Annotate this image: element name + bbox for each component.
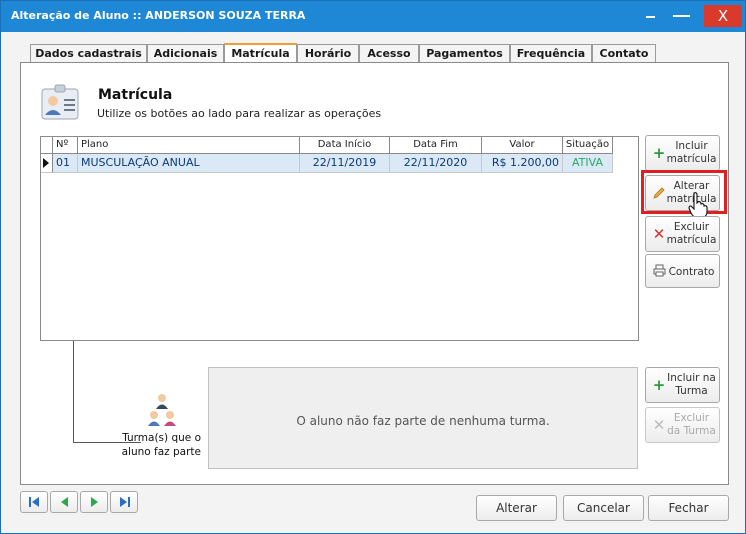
tab-dados-cadastrais[interactable]: Dados cadastrais: [30, 44, 147, 63]
cell-numero[interactable]: 01: [53, 154, 78, 173]
tab-frequencia[interactable]: Frequência: [510, 44, 592, 63]
maximize-icon[interactable]: [668, 5, 698, 27]
window-title: Alteração de Aluno :: ANDERSON SOUZA TER…: [11, 9, 306, 22]
incluir-matricula-button[interactable]: + Incluir matrícula: [645, 135, 720, 171]
close-button[interactable]: X: [704, 5, 742, 27]
current-row-arrow-icon: [43, 158, 49, 168]
turmas-label: Turma(s) que o aluno faz parte: [121, 432, 201, 458]
tree-line-vertical: [73, 341, 74, 442]
x-icon: ✕: [652, 416, 666, 434]
column-header-plano[interactable]: Plano: [78, 137, 300, 154]
cell-data-fim[interactable]: 22/11/2020: [390, 154, 482, 173]
cell-situacao[interactable]: ATIVA: [563, 154, 613, 173]
column-header-valor[interactable]: Valor: [482, 137, 563, 154]
printer-icon: [652, 264, 666, 278]
cell-data-inicio[interactable]: 22/11/2019: [300, 154, 390, 173]
hand-cursor-icon: [688, 192, 708, 219]
excluir-da-turma-button[interactable]: ✕ Excluir da Turma: [645, 407, 720, 443]
minimize-icon[interactable]: [637, 5, 667, 27]
window: Alteração de Aluno :: ANDERSON SOUZA TER…: [0, 0, 746, 534]
turmas-list[interactable]: O aluno não faz parte de nenhuma turma.: [208, 367, 638, 469]
excluir-matricula-button[interactable]: ✕ Excluir matrícula: [645, 216, 720, 252]
empty-turmas-message: O aluno não faz parte de nenhuma turma.: [296, 414, 550, 428]
tab-contato[interactable]: Contato: [592, 44, 656, 63]
plus-icon: +: [652, 376, 666, 394]
section-subtitle: Utilize os botões ao lado para realizar …: [97, 107, 382, 120]
tab-pagamentos[interactable]: Pagamentos: [419, 44, 510, 63]
column-header-data-inicio[interactable]: Data Início: [300, 137, 390, 154]
x-icon: ✕: [652, 225, 666, 243]
first-record-button[interactable]: [20, 491, 48, 513]
group-icon: [148, 394, 176, 426]
last-record-button[interactable]: [110, 491, 138, 513]
highlight-box: [641, 170, 727, 214]
matricula-panel: Matrícula Utilize os botões ao lado para…: [20, 62, 729, 485]
student-card-icon: [41, 84, 79, 120]
previous-record-button[interactable]: [50, 491, 78, 513]
fechar-button[interactable]: Fechar: [648, 495, 729, 521]
alterar-button[interactable]: Alterar: [476, 495, 557, 521]
title-bar[interactable]: Alteração de Aluno :: ANDERSON SOUZA TER…: [1, 1, 745, 32]
column-header-situacao[interactable]: Situação: [563, 137, 613, 154]
tab-acesso[interactable]: Acesso: [359, 44, 419, 63]
contrato-button[interactable]: Contrato: [645, 254, 720, 288]
previous-icon: [61, 497, 68, 507]
cancelar-button[interactable]: Cancelar: [563, 495, 644, 521]
tab-adicionais[interactable]: Adicionais: [147, 44, 224, 63]
next-icon: [91, 497, 98, 507]
row-indicator: [41, 154, 53, 173]
plus-icon: +: [652, 144, 666, 162]
next-record-button[interactable]: [80, 491, 108, 513]
cell-plano[interactable]: MUSCULAÇÃO ANUAL: [78, 154, 300, 173]
incluir-na-turma-button[interactable]: + Incluir na Turma: [645, 367, 720, 403]
matricula-table[interactable]: Nº Plano Data Início Data Fim Valor Situ…: [40, 136, 639, 341]
column-header-data-fim[interactable]: Data Fim: [390, 137, 482, 154]
column-header-numero[interactable]: Nº: [53, 137, 78, 154]
last-icon: [120, 497, 130, 507]
indicator-header: [41, 137, 53, 154]
tab-matricula[interactable]: Matrícula: [224, 43, 297, 64]
tab-horario[interactable]: Horário: [297, 44, 359, 63]
cell-valor[interactable]: R$ 1.200,00: [482, 154, 563, 173]
first-icon: [29, 497, 39, 507]
section-title: Matrícula: [98, 87, 173, 103]
